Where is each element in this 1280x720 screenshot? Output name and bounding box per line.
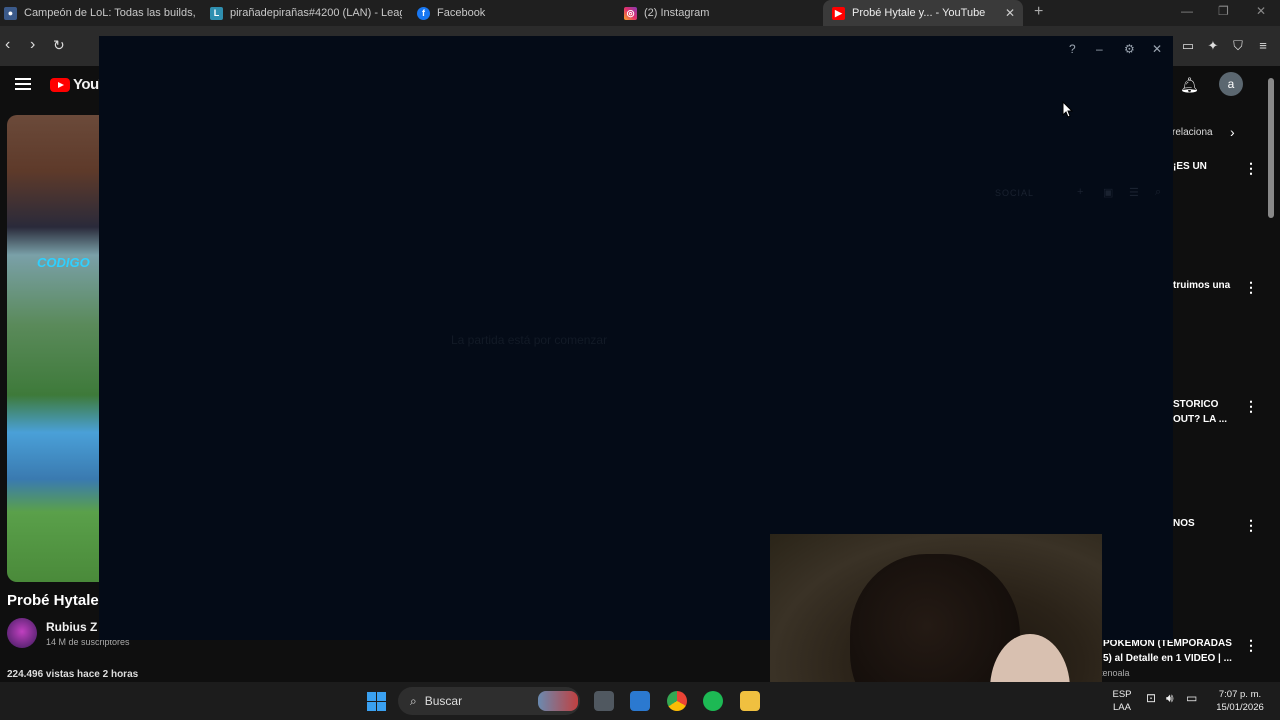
search-icon[interactable]: ⌕ [1155, 186, 1161, 199]
search-icon: ⌕ [410, 693, 417, 708]
tab-youtube[interactable]: ▶ Probé Hytale y... - YouTube ✕ [823, 0, 1023, 26]
recommended-title[interactable]: POKEMON (TEMPORADAS 5) al Detalle en 1 V… [1103, 636, 1233, 666]
client-status-message: La partida está por comenzar [451, 333, 608, 347]
mouse-cursor-icon [1062, 101, 1074, 118]
tab-label: Facebook [437, 7, 486, 19]
more-options-icon[interactable]: ⋮ [1244, 637, 1258, 654]
page-scrollbar[interactable] [1266, 66, 1276, 680]
instagram-icon: ◎ [624, 6, 637, 20]
social-label: SOCIAL [995, 188, 1035, 198]
close-client-button[interactable]: ✕ [1152, 42, 1162, 56]
tab-label: pirañadepirañas#4200 (LAN) - League [230, 7, 402, 19]
recommended-title[interactable]: truimos una [1173, 278, 1235, 293]
tab-label: (2) Instagram [644, 7, 710, 19]
video-title: Probé Hytale [7, 592, 99, 609]
wallet-icon[interactable]: ▭ [1180, 38, 1196, 54]
lol-icon: ● [4, 6, 17, 20]
close-tab-icon[interactable]: ✕ [1005, 6, 1015, 20]
file-explorer-icon[interactable] [740, 691, 760, 711]
forward-button[interactable]: › [30, 36, 35, 54]
back-button[interactable]: ‹ [5, 36, 10, 54]
account-avatar[interactable]: a [1219, 72, 1243, 96]
browser-tab-strip: ● Campeón de LoL: Todas las builds, ti L… [0, 0, 1280, 26]
network-icon[interactable]: ⊡ [1146, 692, 1156, 705]
shield-icon[interactable]: ⛉ [1230, 38, 1246, 54]
spotify-icon[interactable] [703, 691, 723, 711]
recommended-title[interactable]: ¡ES UN [1173, 159, 1235, 174]
tab-facebook[interactable]: f Facebook [413, 0, 613, 26]
add-friend-icon[interactable]: + [1077, 186, 1083, 198]
folder-icon[interactable]: ▣ [1103, 186, 1113, 199]
more-options-icon[interactable]: ⋮ [1244, 160, 1258, 177]
more-options-icon[interactable]: ⋮ [1244, 279, 1258, 296]
more-options-icon[interactable]: ⋮ [1244, 398, 1258, 415]
youtube-play-icon [50, 77, 70, 92]
close-window-button[interactable]: ✕ [1256, 4, 1266, 18]
facebook-icon: f [417, 6, 430, 20]
more-options-icon[interactable]: ⋮ [1244, 517, 1258, 534]
tab-label: Campeón de LoL: Todas las builds, ti [24, 7, 196, 19]
minimize-window-button[interactable]: — [1181, 4, 1193, 18]
new-tab-button[interactable]: + [1034, 3, 1043, 21]
scrollbar-thumb[interactable] [1268, 78, 1274, 218]
chrome-icon[interactable] [667, 691, 687, 711]
search-highlight-icon[interactable] [538, 691, 578, 711]
video-overlay-text: CODIGO [37, 255, 90, 270]
tab-label: Probé Hytale y... - YouTube [852, 7, 986, 19]
settings-gear-button[interactable]: ⚙ [1124, 42, 1135, 56]
view-count: 224.496 vistas hace 2 horas [7, 669, 139, 680]
help-button[interactable]: ? [1069, 42, 1076, 56]
menu-icon[interactable]: ≡ [1255, 38, 1271, 54]
microsoft-store-icon[interactable] [630, 691, 650, 711]
hamburger-menu-icon[interactable] [15, 78, 31, 90]
channel-name[interactable]: Rubius Z [46, 620, 97, 634]
reload-button[interactable]: ↻ [53, 37, 65, 54]
list-icon[interactable]: ☰ [1129, 186, 1139, 199]
related-chip[interactable]: relaciona [1172, 127, 1213, 138]
language-code: ESP [1112, 689, 1132, 700]
screen: ● Campeón de LoL: Todas las builds, ti L… [0, 0, 1280, 720]
minimize-client-button[interactable]: – [1096, 42, 1103, 56]
tab-instagram[interactable]: ◎ (2) Instagram [620, 0, 820, 26]
windows-start-icon[interactable] [367, 692, 386, 711]
maximize-window-button[interactable]: ❐ [1218, 4, 1229, 18]
windows-taskbar: ⌕ Buscar ESP LAA ⊡ 🔊︎ ▭ 7:07 p. m. 15/01… [0, 682, 1280, 720]
channel-avatar[interactable] [7, 618, 37, 648]
league-icon: L [210, 6, 223, 20]
notifications-bell-icon[interactable]: 🔔︎ [1180, 76, 1199, 94]
language-layout: LAA [1113, 702, 1131, 713]
video-player[interactable]: CODIGO [7, 115, 99, 582]
youtube-icon: ▶ [832, 6, 845, 20]
ai-sparkle-icon[interactable]: ✦ [1205, 38, 1221, 54]
chevron-right-icon[interactable]: › [1230, 124, 1235, 140]
volume-icon[interactable]: 🔊︎ [1166, 692, 1174, 705]
tab-lol-builds[interactable]: ● Campeón de LoL: Todas las builds, ti [0, 0, 196, 26]
tab-league-profile[interactable]: L pirañadepirañas#4200 (LAN) - League [206, 0, 402, 26]
recommended-title[interactable]: NOS [1173, 516, 1235, 531]
task-view-icon[interactable] [594, 691, 614, 711]
search-placeholder: Buscar [424, 694, 463, 708]
clock-time: 7:07 p. m. [1218, 689, 1262, 700]
keyboard-language[interactable]: ESP LAA [1110, 688, 1134, 714]
battery-icon[interactable]: ▭ [1186, 692, 1197, 705]
clock-date: 15/01/2026 [1216, 702, 1264, 713]
recommended-title[interactable]: STORICO OUT? LA ... [1173, 397, 1235, 427]
clock[interactable]: 7:07 p. m. 15/01/2026 [1208, 688, 1272, 714]
recommended-channel[interactable]: tenoala [1100, 668, 1130, 678]
